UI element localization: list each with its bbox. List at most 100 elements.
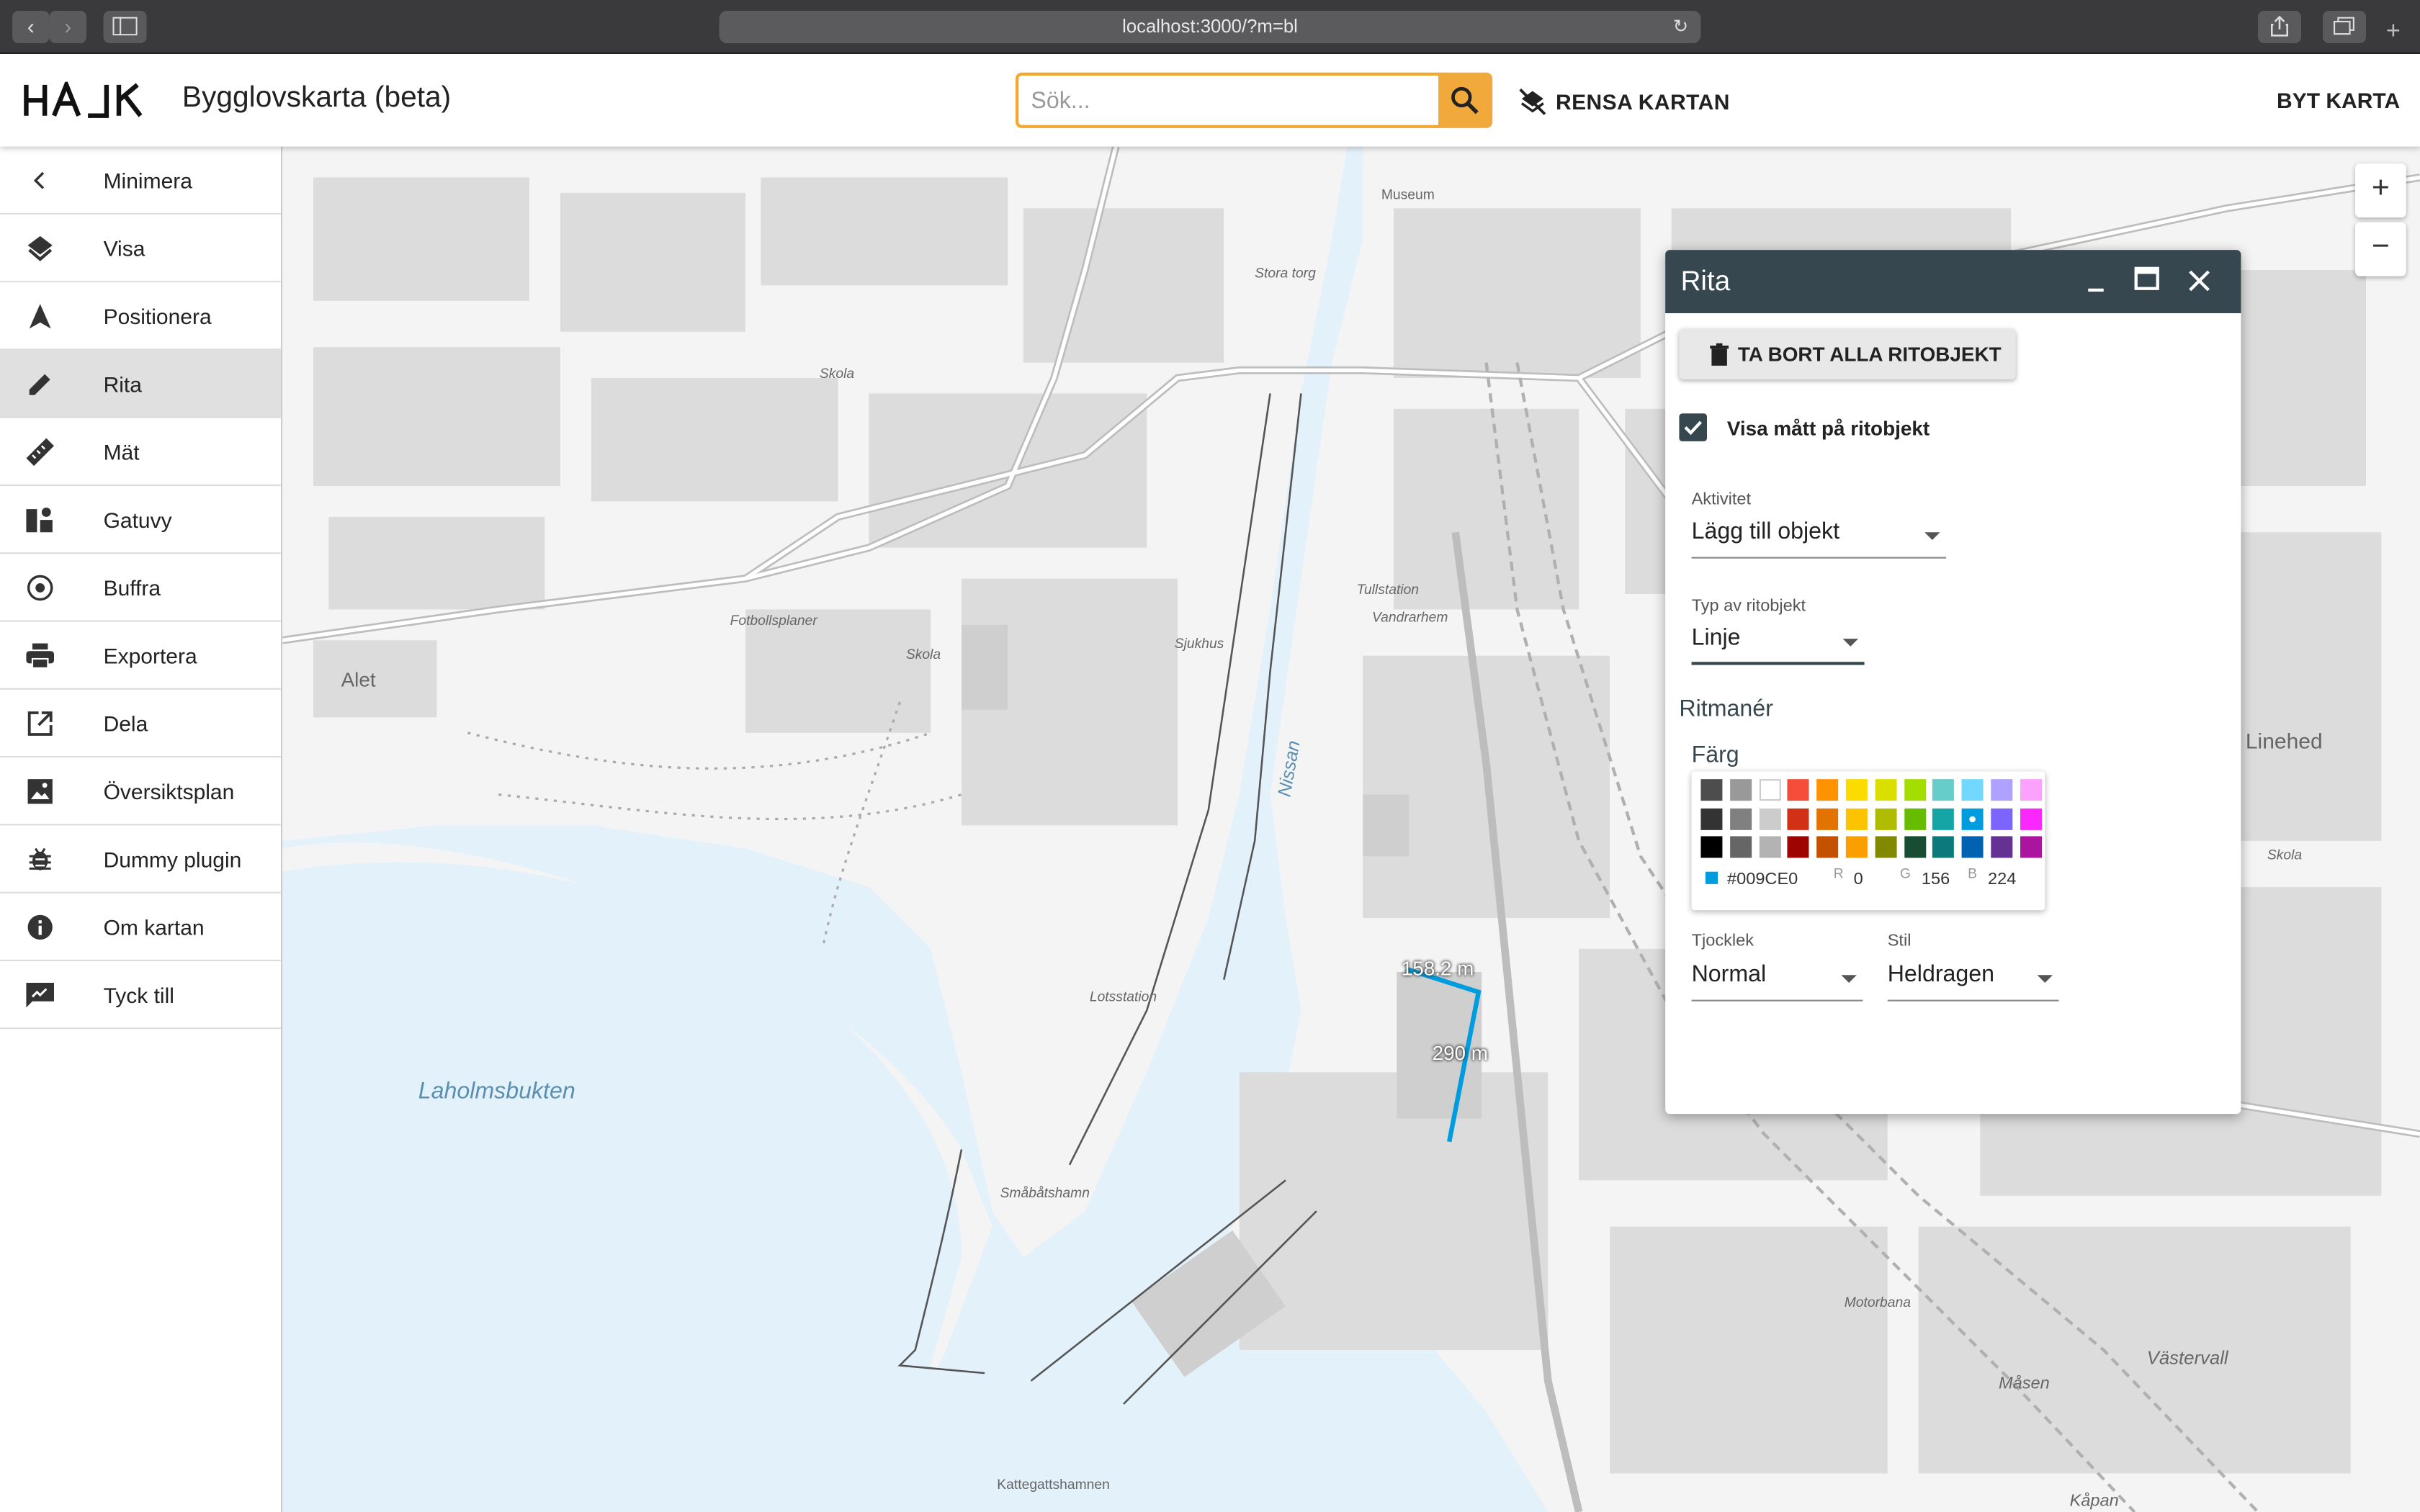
- color-swatch[interactable]: [1816, 779, 1839, 801]
- color-swatch[interactable]: [1932, 807, 1955, 829]
- color-swatch[interactable]: [1904, 779, 1926, 801]
- sidebar-item-exportera[interactable]: Exportera: [0, 622, 281, 690]
- close-icon: [2189, 270, 2210, 292]
- forward-button[interactable]: ›: [49, 11, 86, 43]
- sidebar-item-mat[interactable]: Mät: [0, 418, 281, 486]
- sidebar-item-tyck-till[interactable]: Tyck till: [0, 961, 281, 1030]
- color-swatch[interactable]: [1845, 779, 1868, 801]
- sidebar-item-dela[interactable]: Dela: [0, 690, 281, 758]
- sidebar-item-minimera[interactable]: Minimera: [0, 147, 281, 215]
- b-value[interactable]: 224: [1988, 870, 2016, 889]
- stroke-style-value: Heldragen: [1887, 961, 1995, 988]
- activity-label: Aktivitet: [1691, 490, 1752, 510]
- share-icon: [2270, 15, 2288, 37]
- sidebar-item-dummy-plugin[interactable]: Dummy plugin: [0, 825, 281, 894]
- dropdown-arrow-icon: [2037, 975, 2053, 983]
- reload-icon[interactable]: ↻: [1673, 11, 1689, 43]
- sidebar-item-visa[interactable]: Visa: [0, 215, 281, 283]
- sidebar-item-om-kartan[interactable]: Om kartan: [0, 894, 281, 961]
- sidebar-item-buffra[interactable]: Buffra: [0, 554, 281, 622]
- b-label: B: [1968, 865, 1978, 881]
- color-swatch[interactable]: [2020, 836, 2042, 858]
- color-swatch[interactable]: [1845, 807, 1868, 829]
- g-label: G: [1899, 865, 1911, 881]
- color-swatch[interactable]: [1729, 807, 1752, 829]
- maximize-button[interactable]: [2130, 264, 2164, 297]
- color-swatch[interactable]: [1729, 779, 1752, 801]
- map-label-skola: Skola: [2267, 847, 2303, 863]
- color-swatch[interactable]: [1758, 807, 1780, 829]
- show-measure-checkbox[interactable]: [1679, 413, 1707, 441]
- style-section-heading: Ritmanér: [1679, 696, 1773, 722]
- color-swatch[interactable]: [1788, 779, 1810, 801]
- color-swatch[interactable]: [2020, 807, 2042, 829]
- sidebar-item-gatuvy[interactable]: Gatuvy: [0, 486, 281, 554]
- sidebar-item-rita[interactable]: Rita: [0, 350, 281, 418]
- sidebar-icon: [112, 17, 138, 36]
- color-swatch[interactable]: [1961, 807, 1984, 829]
- sidebar: Minimera Visa Positionera Rita Mät Gatuv…: [0, 146, 283, 1512]
- search-box[interactable]: [1016, 72, 1442, 128]
- sidebar-toggle-button[interactable]: [103, 11, 147, 43]
- sidebar-item-positionera[interactable]: Positionera: [0, 282, 281, 351]
- color-swatch[interactable]: [1961, 836, 1984, 858]
- color-swatch[interactable]: [1816, 836, 1839, 858]
- color-swatch[interactable]: [1932, 836, 1955, 858]
- color-swatch[interactable]: [1904, 836, 1926, 858]
- switch-map-button[interactable]: BYT KARTA: [2277, 88, 2400, 112]
- sidebar-item-label: Dela: [103, 710, 148, 736]
- color-swatch[interactable]: [1729, 836, 1752, 858]
- color-swatch[interactable]: [1875, 836, 1897, 858]
- pencil-icon: [29, 373, 50, 395]
- thickness-select[interactable]: Normal: [1691, 961, 1863, 1002]
- zoom-in-button[interactable]: +: [2355, 163, 2406, 218]
- g-value[interactable]: 156: [1922, 870, 1950, 889]
- color-swatch[interactable]: [1788, 807, 1810, 829]
- show-measure-row[interactable]: Visa mått på ritobjekt: [1679, 413, 1930, 441]
- color-swatch[interactable]: [2020, 779, 2042, 801]
- sidebar-item-oversiktsplan[interactable]: Översiktsplan: [0, 757, 281, 826]
- map-label-alet: Alet: [341, 667, 376, 691]
- delete-all-drawings-button[interactable]: TA BORT ALLA RITOBJEKT: [1679, 328, 2016, 380]
- color-swatch[interactable]: [1788, 836, 1810, 858]
- map-label-linehed: Linehed: [2245, 728, 2323, 753]
- stroke-style-select[interactable]: Heldragen: [1887, 961, 2059, 1002]
- color-swatch[interactable]: [1700, 836, 1723, 858]
- hex-value[interactable]: #009CE0: [1727, 870, 1798, 889]
- color-swatch[interactable]: [1991, 836, 2013, 858]
- feedback-icon: [26, 981, 54, 1007]
- selected-swatch-indicator: [1969, 815, 1976, 822]
- color-swatch[interactable]: [1758, 836, 1780, 858]
- address-bar[interactable]: localhost:3000/?m=bl ↻: [719, 11, 1701, 43]
- color-swatch[interactable]: [1700, 807, 1723, 829]
- close-button[interactable]: [2182, 264, 2216, 297]
- color-swatch[interactable]: [1875, 807, 1897, 829]
- zoom-out-button[interactable]: −: [2355, 222, 2406, 276]
- search-input[interactable]: [1031, 76, 1433, 125]
- search-button[interactable]: [1438, 72, 1493, 128]
- back-button[interactable]: ‹: [12, 11, 50, 43]
- app-header: Bygglovskarta (beta) RENSA KARTAN BYT KA…: [0, 54, 2420, 147]
- color-swatch[interactable]: [1961, 779, 1984, 801]
- share-button[interactable]: [2258, 11, 2301, 43]
- minimize-icon: [2088, 288, 2104, 292]
- minimize-button[interactable]: [2079, 264, 2112, 297]
- type-select[interactable]: Linje: [1691, 624, 1865, 665]
- r-value[interactable]: 0: [1854, 870, 1863, 889]
- color-swatch[interactable]: [1758, 779, 1780, 801]
- color-swatch[interactable]: [1816, 807, 1839, 829]
- activity-select[interactable]: Lägg till objekt: [1691, 518, 1947, 559]
- color-swatch[interactable]: [1991, 807, 2013, 829]
- clear-map-button[interactable]: RENSA KARTAN: [1519, 85, 1730, 119]
- color-swatch[interactable]: [1932, 779, 1955, 801]
- color-swatch[interactable]: [1845, 836, 1868, 858]
- color-swatch[interactable]: [1991, 779, 2013, 801]
- tabs-overview-button[interactable]: [2323, 11, 2366, 43]
- new-tab-button[interactable]: +: [2386, 19, 2401, 47]
- browser-toolbar: ‹ › localhost:3000/?m=bl ↻ +: [0, 0, 2420, 54]
- color-swatch[interactable]: [1875, 779, 1897, 801]
- type-value: Linje: [1691, 624, 1741, 652]
- sidebar-item-label: Positionera: [103, 303, 212, 328]
- color-swatch[interactable]: [1904, 807, 1926, 829]
- color-swatch[interactable]: [1700, 779, 1723, 801]
